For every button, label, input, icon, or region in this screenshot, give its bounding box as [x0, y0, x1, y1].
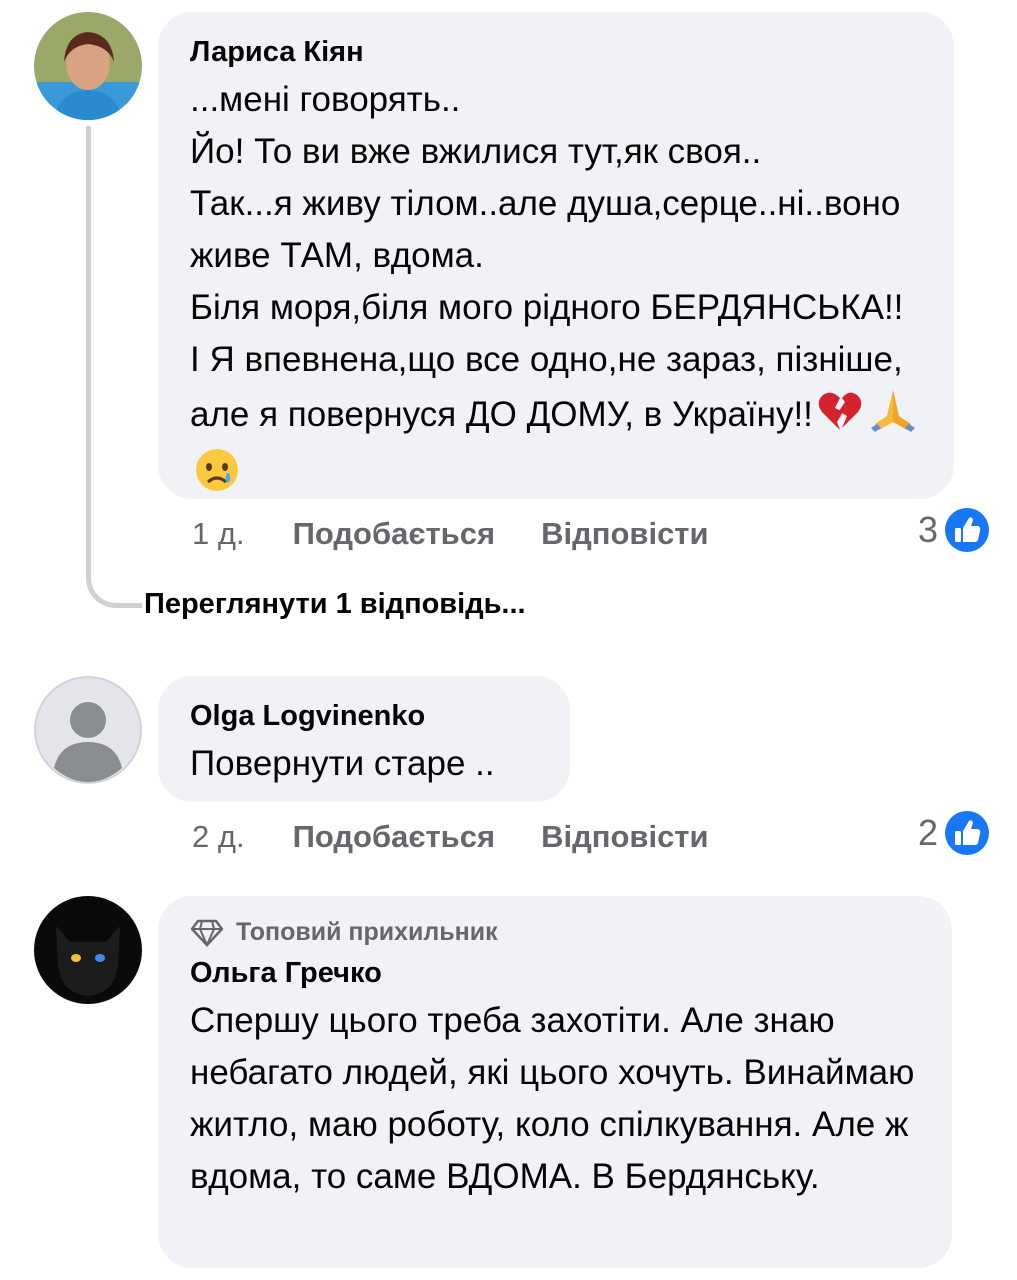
comment-timestamp[interactable]: 1 д.	[192, 516, 245, 552]
comment-bubble: Olga Logvinenko Повернути старе ..	[158, 676, 570, 802]
comment-bubble: Топовий прихильник Ольга Гречко Спершу ц…	[158, 896, 952, 1268]
comment-author[interactable]: Лариса Кіян	[190, 34, 922, 70]
avatar[interactable]	[34, 12, 142, 120]
comment-actions: 1 д. Подобається Відповісти	[192, 512, 755, 556]
like-button[interactable]: Подобається	[293, 516, 496, 552]
diamond-icon	[190, 919, 224, 947]
avatar[interactable]	[34, 676, 142, 784]
comment-author[interactable]: Olga Logvinenko	[190, 698, 538, 734]
thumbs-up-icon	[945, 811, 990, 855]
comment-bubble: Лариса Кіян ...мені говорять.. Йо! То ви…	[158, 12, 954, 499]
black-cat-photo-icon	[34, 896, 142, 1004]
avatar[interactable]	[34, 896, 142, 1004]
comment-text: Повернути старе ..	[190, 744, 495, 783]
like-button[interactable]: Подобається	[293, 819, 496, 855]
default-avatar-icon	[34, 676, 142, 784]
reaction-count[interactable]: 2	[918, 808, 990, 858]
comment-author[interactable]: Ольга Гречко	[190, 955, 920, 991]
badge-label: Топовий прихильник	[236, 918, 498, 946]
reaction-number: 2	[918, 812, 939, 853]
comment-actions: 2 д. Подобається Відповісти	[192, 815, 755, 859]
comment-text: ...мені говорять.. Йо! То ви вже вжилися…	[190, 74, 922, 508]
broken-heart-icon	[817, 390, 863, 447]
reaction-count[interactable]: 3	[918, 505, 990, 555]
reply-button[interactable]: Відповісти	[541, 516, 709, 552]
thumbs-up-icon	[945, 508, 990, 552]
top-fan-badge: Топовий прихильник	[190, 918, 920, 947]
pray-icon	[867, 386, 919, 447]
thread-connector	[86, 126, 142, 608]
view-replies-link[interactable]: Переглянути 1 відповідь...	[144, 588, 526, 621]
crying-face-icon	[194, 447, 240, 508]
reply-button[interactable]: Відповісти	[541, 819, 709, 855]
user-photo-icon	[34, 12, 142, 120]
comment-text: Спершу цього треба захотіти. Але знаю не…	[190, 1001, 915, 1196]
comment-text-body: ...мені говорять.. Йо! То ви вже вжилися…	[190, 80, 904, 434]
comment-timestamp[interactable]: 2 д.	[192, 819, 245, 855]
reaction-number: 3	[918, 509, 939, 550]
